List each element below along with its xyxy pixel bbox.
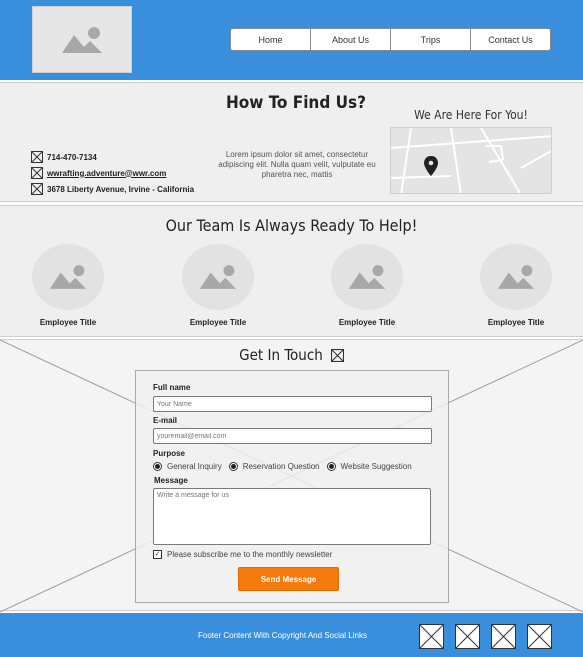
purpose-radio-website[interactable] xyxy=(326,462,336,471)
map[interactable] xyxy=(390,127,552,194)
placeholder-icon xyxy=(330,348,344,362)
image-icon xyxy=(62,26,102,53)
find-us-section: How To Find Us? 714-470-7134 wwrafting.a… xyxy=(0,82,583,202)
avatar xyxy=(331,244,403,310)
purpose-option-label: Website Suggestion xyxy=(340,462,412,471)
purpose-radio-group: General Inquiry Reservation Question Web… xyxy=(153,462,419,471)
footer: Footer Content With Copyright And Social… xyxy=(0,613,583,657)
purpose-label: Purpose xyxy=(153,449,186,458)
logo-placeholder[interactable] xyxy=(32,6,132,73)
find-us-title: How To Find Us? xyxy=(225,93,366,113)
employee-title: Employee Title xyxy=(189,318,247,327)
email-input[interactable] xyxy=(153,428,432,444)
employee-card[interactable]: Employee Title xyxy=(18,244,118,327)
avatar xyxy=(182,244,254,310)
message-textarea[interactable] xyxy=(153,488,431,545)
header: Home About Us Trips Contact Us xyxy=(0,0,583,80)
nav-home[interactable]: Home xyxy=(230,28,311,51)
contact-list: 714-470-7134 wwrafting.adventure@wwr.com… xyxy=(31,149,194,197)
contact-title-text: Get In Touch xyxy=(239,346,323,364)
team-title: Our Team Is Always Ready To Help! xyxy=(165,216,418,235)
fullname-label: Full name xyxy=(153,383,191,392)
email-link[interactable]: wwrafting.adventure@wwr.com xyxy=(47,169,166,178)
employee-card[interactable]: Employee Title xyxy=(317,244,417,327)
purpose-option-label: General Inquiry xyxy=(167,462,222,471)
contact-address: 3678 Liberty Avenue, Irvine - California xyxy=(31,181,194,197)
placeholder-icon xyxy=(31,167,43,179)
subscribe-label: Please subscribe me to the monthly newsl… xyxy=(167,550,333,559)
contact-section: Get In Touch Full name E-mail Purpose Ge… xyxy=(0,339,583,612)
team-section: Our Team Is Always Ready To Help! Employ… xyxy=(0,205,583,337)
avatar xyxy=(480,244,552,310)
image-icon xyxy=(497,265,535,289)
purpose-radio-reservation[interactable] xyxy=(228,462,238,471)
social-icon[interactable] xyxy=(491,624,516,649)
fullname-input[interactable] xyxy=(153,396,432,412)
lorem-text: Lorem ipsum dolor sit amet, consectetur … xyxy=(218,150,376,179)
nav-contact-us[interactable]: Contact Us xyxy=(470,28,551,51)
placeholder-icon xyxy=(31,183,43,195)
subscribe-checkbox[interactable]: ✓ xyxy=(153,550,162,559)
contact-form: Full name E-mail Purpose General Inquiry… xyxy=(135,370,449,603)
subscribe-row: ✓ Please subscribe me to the monthly new… xyxy=(153,550,332,559)
nav-about-us[interactable]: About Us xyxy=(310,28,391,51)
social-icon[interactable] xyxy=(419,624,444,649)
address-text: 3678 Liberty Avenue, Irvine - California xyxy=(47,184,195,194)
image-icon xyxy=(348,265,386,289)
social-icon[interactable] xyxy=(455,624,480,649)
message-label: Message xyxy=(154,476,188,485)
placeholder-icon xyxy=(31,151,43,163)
contact-phone: 714-470-7134 xyxy=(31,149,194,165)
email-label: E-mail xyxy=(153,416,178,425)
map-graphic xyxy=(391,128,551,193)
contact-email: wwrafting.adventure@wwr.com xyxy=(31,165,194,181)
purpose-option-label: Reservation Question xyxy=(242,462,320,471)
employee-title: Employee Title xyxy=(487,318,545,327)
social-icon[interactable] xyxy=(527,624,552,649)
nav-trips[interactable]: Trips xyxy=(390,28,471,51)
footer-text: Footer Content With Copyright And Social… xyxy=(198,631,367,640)
employee-card[interactable]: Employee Title xyxy=(168,244,268,327)
here-for-you-title: We Are Here For You! xyxy=(414,108,528,122)
employee-title: Employee Title xyxy=(338,318,396,327)
image-icon xyxy=(199,265,237,289)
purpose-radio-general[interactable] xyxy=(153,462,162,471)
phone-text: 714-470-7134 xyxy=(47,152,97,162)
contact-title: Get In Touch xyxy=(0,346,583,364)
employee-title: Employee Title xyxy=(39,318,97,327)
send-message-button[interactable]: Send Message xyxy=(238,567,339,591)
employee-card[interactable]: Employee Title xyxy=(466,244,566,327)
avatar xyxy=(32,244,104,310)
image-icon xyxy=(49,265,87,289)
main-nav: Home About Us Trips Contact Us xyxy=(230,28,551,51)
